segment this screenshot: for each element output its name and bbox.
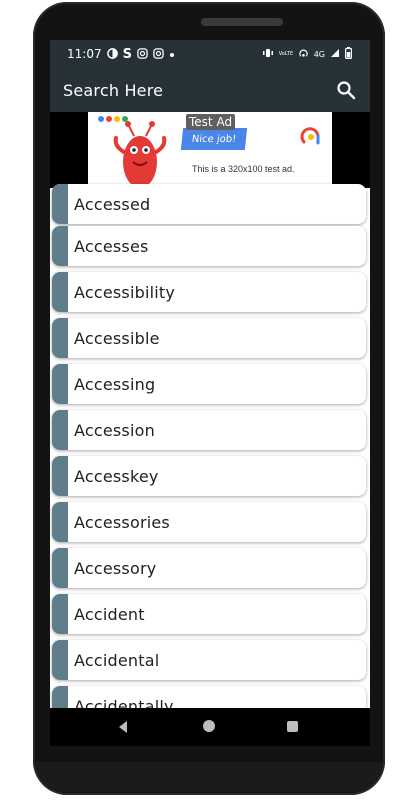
item-accent bbox=[52, 272, 68, 312]
item-accent bbox=[52, 502, 68, 542]
speaker-grille bbox=[201, 18, 283, 26]
ad-logo-icon bbox=[300, 127, 320, 145]
dot-icon bbox=[169, 49, 175, 60]
test-ad-badge: Test Ad bbox=[186, 114, 236, 130]
item-accent bbox=[52, 640, 68, 680]
list-item[interactable]: Accessories bbox=[52, 502, 366, 542]
item-accent bbox=[52, 318, 68, 358]
instagram-icon bbox=[137, 47, 148, 61]
home-icon[interactable] bbox=[203, 720, 215, 732]
list-item-label: Accident bbox=[74, 604, 145, 624]
status-bar: 11:07 S VoLTE 4G bbox=[50, 40, 370, 68]
list-item-label: Accesskey bbox=[74, 466, 159, 486]
navigation-bar bbox=[50, 708, 370, 746]
vibrate-icon bbox=[262, 48, 274, 60]
screen: 11:07 S VoLTE 4G Search Here Nice job! T… bbox=[50, 40, 370, 746]
word-list: Accessed Accesses Accessibility Accessib… bbox=[50, 184, 370, 726]
list-item[interactable]: Accessible bbox=[52, 318, 366, 358]
search-placeholder[interactable]: Search Here bbox=[50, 81, 163, 100]
list-item-label: Accessed bbox=[74, 194, 151, 214]
instagram-icon bbox=[153, 47, 164, 61]
list-item[interactable]: Accessed bbox=[52, 184, 366, 224]
item-accent bbox=[52, 548, 68, 588]
volte-icon: VoLTE bbox=[278, 50, 294, 57]
item-accent bbox=[52, 594, 68, 634]
list-item-label: Accessories bbox=[74, 512, 170, 532]
list-item[interactable]: Accession bbox=[52, 410, 366, 450]
search-icon[interactable] bbox=[334, 78, 358, 102]
hotspot-icon bbox=[298, 48, 309, 61]
data-saver-icon bbox=[106, 47, 118, 61]
list-item[interactable]: Accessibility bbox=[52, 272, 366, 312]
list-item[interactable]: Accessing bbox=[52, 364, 366, 404]
s-app-icon: S bbox=[122, 46, 132, 62]
ad-text: This is a 320x100 test ad. bbox=[192, 164, 295, 174]
phone-chin bbox=[36, 762, 382, 792]
item-accent bbox=[52, 456, 68, 496]
ad-content[interactable]: Nice job! Test Ad This is a 320x100 test… bbox=[88, 112, 332, 188]
list-item-label: Accessory bbox=[74, 558, 157, 578]
item-accent bbox=[52, 410, 68, 450]
status-time: 11:07 bbox=[67, 47, 102, 61]
list-item[interactable]: Accident bbox=[52, 594, 366, 634]
battery-icon bbox=[345, 47, 353, 61]
list-item-label: Accesses bbox=[74, 236, 149, 256]
list-item-label: Accessing bbox=[74, 374, 156, 394]
list-item-label: Accession bbox=[74, 420, 155, 440]
list-item[interactable]: Accesskey bbox=[52, 456, 366, 496]
list-item-label: Accessible bbox=[74, 328, 160, 348]
recents-icon[interactable] bbox=[287, 721, 298, 732]
list-item[interactable]: Accesses bbox=[52, 226, 366, 266]
network-type: 4G bbox=[313, 49, 325, 59]
back-icon[interactable] bbox=[116, 720, 130, 734]
list-item[interactable]: Accessory bbox=[52, 548, 366, 588]
item-accent bbox=[52, 226, 68, 266]
list-item[interactable]: Accidental bbox=[52, 640, 366, 680]
app-bar: Search Here bbox=[50, 68, 370, 112]
item-accent bbox=[52, 184, 68, 224]
signal-icon bbox=[330, 48, 340, 60]
ad-ribbon-text: Nice job! bbox=[191, 133, 237, 145]
list-item-label: Accidental bbox=[74, 650, 160, 670]
ad-ribbon: Nice job! bbox=[180, 128, 248, 150]
list-item-label: Accessibility bbox=[74, 282, 176, 302]
item-accent bbox=[52, 364, 68, 404]
ad-mascot-icon bbox=[113, 121, 167, 188]
ad-banner[interactable]: Nice job! Test Ad This is a 320x100 test… bbox=[50, 112, 370, 188]
